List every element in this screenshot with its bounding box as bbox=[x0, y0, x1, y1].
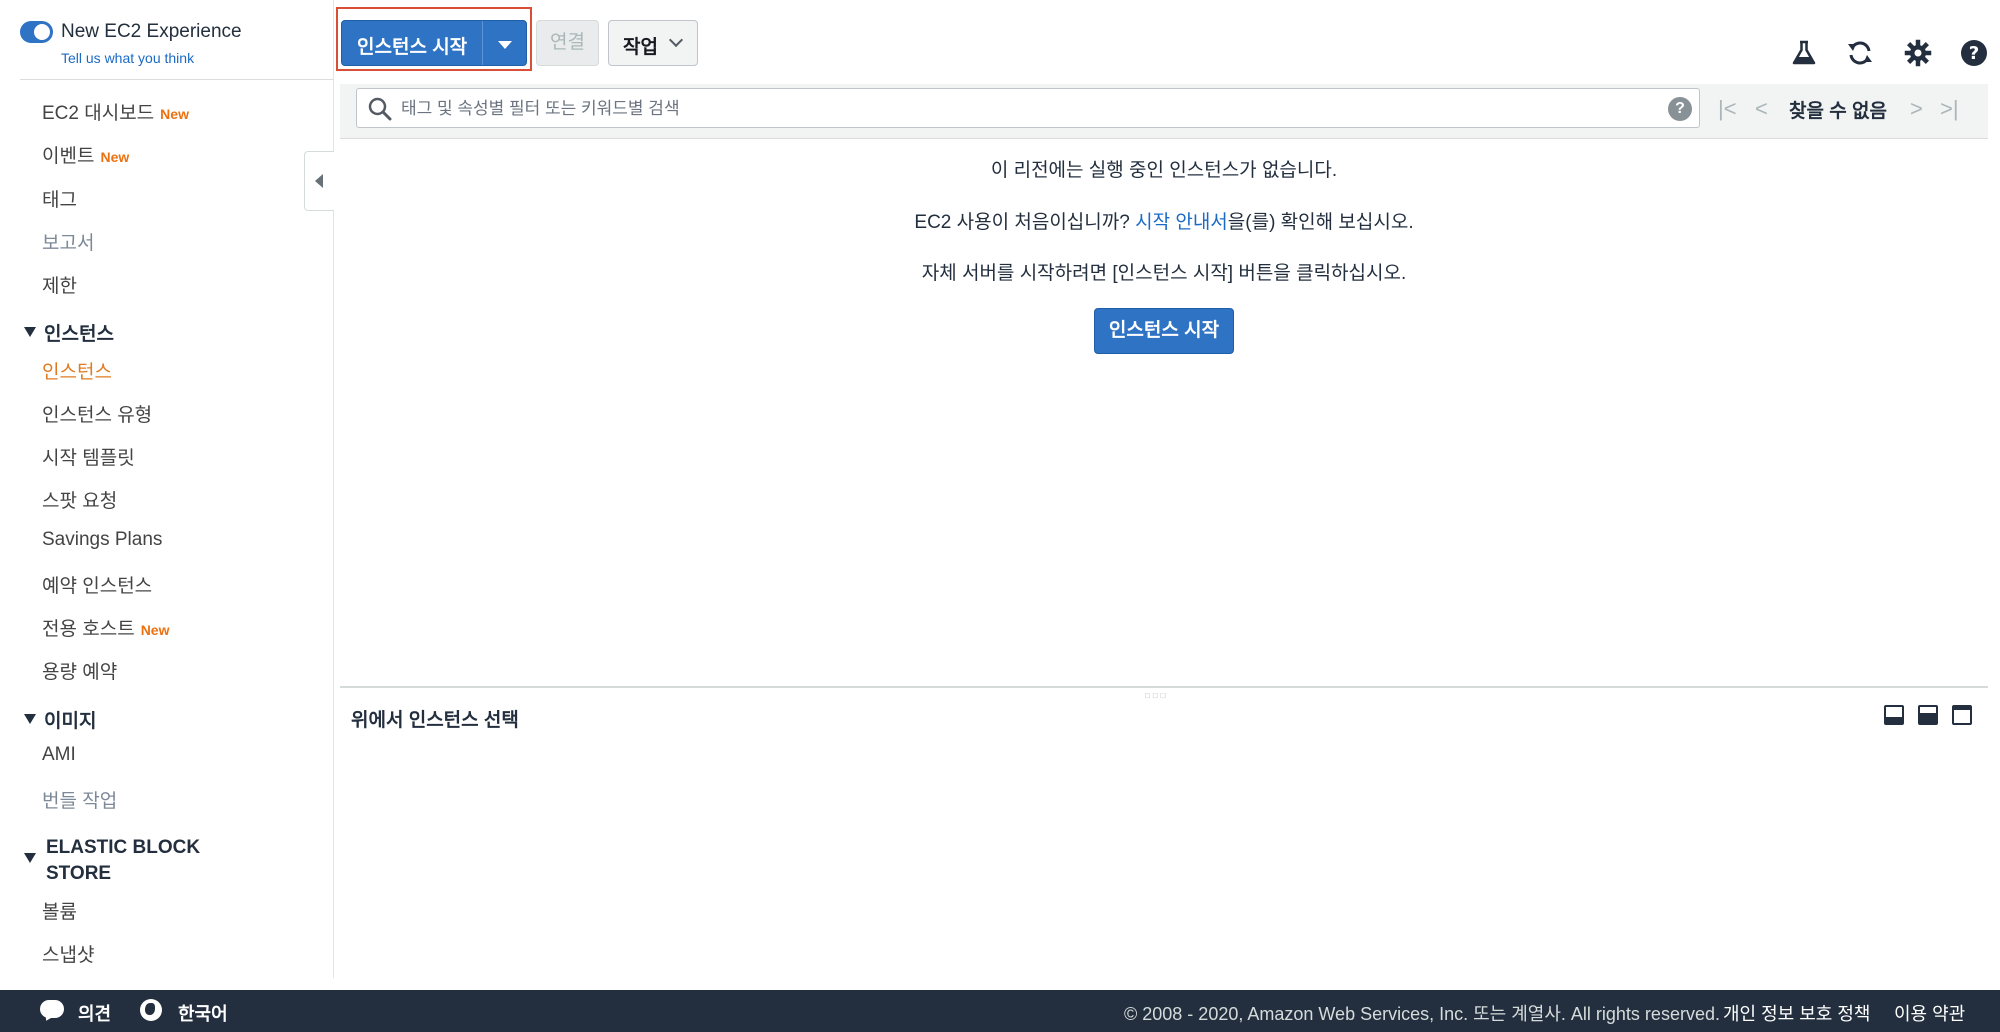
connect-button[interactable]: 연결 bbox=[536, 20, 599, 66]
collapse-left-icon bbox=[315, 174, 323, 188]
first-page-icon[interactable]: |< bbox=[1718, 96, 1737, 122]
feedback-bubble-icon bbox=[40, 1000, 64, 1018]
caret-down-icon bbox=[24, 714, 36, 724]
sidebar-item-tags[interactable]: 태그 bbox=[42, 185, 77, 212]
sidebar-item-limits[interactable]: 제한 bbox=[42, 271, 77, 298]
layout-top-pane-icon[interactable] bbox=[1952, 705, 1972, 725]
new-badge: New bbox=[160, 106, 189, 122]
sidebar-item-label: 번들 작업 bbox=[42, 791, 118, 812]
globe-icon bbox=[140, 999, 162, 1021]
help-icon[interactable]: ? bbox=[1959, 38, 1989, 68]
section-title: 이미지 bbox=[44, 711, 97, 732]
sidebar-item-events[interactable]: 이벤트 New bbox=[42, 141, 129, 168]
settings-gear-icon[interactable] bbox=[1903, 38, 1933, 68]
sidebar-item-spot-requests[interactable]: 스팟 요청 bbox=[42, 486, 117, 513]
new-badge: New bbox=[140, 622, 170, 638]
sidebar-item-reports[interactable]: 보고서 bbox=[42, 228, 94, 255]
sidebar-item-label: 스냅샷 bbox=[42, 945, 95, 966]
launch-instance-button[interactable]: 인스턴스 시작 bbox=[1094, 308, 1234, 354]
sidebar-divider bbox=[20, 79, 333, 80]
sidebar-item-bundle-tasks[interactable]: 번들 작업 bbox=[42, 786, 117, 813]
new-experience-toggle[interactable] bbox=[20, 21, 53, 43]
empty-state-message: 이 리전에는 실행 중인 인스턴스가 없습니다. bbox=[990, 160, 1338, 181]
sidebar-item-label: EC2 대시보드 bbox=[42, 103, 155, 124]
sidebar-item-label: 인스턴스 bbox=[42, 362, 112, 383]
sidebar-item-reserved-instances[interactable]: 예약 인스턴스 bbox=[42, 571, 152, 598]
layout-split-pane-icon[interactable] bbox=[1918, 705, 1938, 725]
section-title: 인스턴스 bbox=[44, 324, 114, 345]
next-page-icon[interactable]: > bbox=[1910, 96, 1923, 122]
toggle-knob bbox=[34, 24, 50, 40]
actions-button[interactable]: 작업 bbox=[608, 20, 698, 66]
sidebar-collapse-button[interactable] bbox=[304, 151, 334, 211]
refresh-icon[interactable] bbox=[1845, 38, 1875, 68]
launch-instruction: 자체 서버를 시작하려면 [인스턴스 시작] 버튼을 클릭하십시오. bbox=[921, 263, 1407, 284]
section-instances-header[interactable]: 인스턴스 bbox=[24, 319, 114, 346]
feedback-button[interactable]: 의견 bbox=[78, 1000, 111, 1026]
search-icon bbox=[368, 97, 392, 121]
sidebar-item-instances[interactable]: 인스턴스 bbox=[42, 357, 112, 384]
dropdown-arrow-icon[interactable] bbox=[498, 41, 512, 49]
launch-instance-label: 인스턴스 시작 bbox=[357, 37, 468, 58]
sidebar-item-label: 보고서 bbox=[42, 233, 95, 254]
sidebar-item-capacity-reservations[interactable]: 용량 예약 bbox=[42, 657, 117, 684]
launch-instance-split-button[interactable]: 인스턴스 시작 bbox=[341, 20, 527, 66]
feedback-link[interactable]: Tell us what you think bbox=[61, 50, 194, 66]
sidebar-item-launch-templates[interactable]: 시작 템플릿 bbox=[42, 443, 135, 470]
privacy-policy-link[interactable]: 개인 정보 보호 정책 bbox=[1723, 1000, 1870, 1026]
sidebar-item-label: 시작 템플릿 bbox=[42, 448, 135, 469]
layout-bottom-pane-icon[interactable] bbox=[1884, 705, 1904, 725]
detail-panel-title: 위에서 인스턴스 선택 bbox=[351, 710, 519, 731]
resize-grip-icon[interactable]: □□□ bbox=[1145, 691, 1169, 700]
search-help-icon[interactable]: ? bbox=[1668, 97, 1692, 121]
sidebar-item-label: 인스턴스 유형 bbox=[42, 405, 153, 426]
sidebar-item-label: 제한 bbox=[42, 276, 77, 297]
search-box[interactable] bbox=[356, 88, 1700, 128]
sidebar-item-volumes[interactable]: 볼륨 bbox=[42, 897, 77, 924]
split-divider bbox=[482, 21, 483, 65]
sidebar-item-label: 볼륨 bbox=[42, 902, 77, 923]
section-images-header[interactable]: 이미지 bbox=[24, 706, 96, 733]
section-title-line: ELASTIC BLOCK bbox=[46, 837, 201, 858]
new-experience-title: New EC2 Experience bbox=[61, 21, 242, 42]
sidebar-item-label: 태그 bbox=[42, 190, 77, 211]
actions-label: 작업 bbox=[623, 37, 658, 58]
sidebar-item-instance-types[interactable]: 인스턴스 유형 bbox=[42, 400, 152, 427]
footer: 의견 한국어 © 2008 - 2020, Amazon Web Service… bbox=[0, 990, 2000, 1032]
sidebar-item-label: 이벤트 bbox=[42, 146, 95, 167]
sidebar-item-label: 예약 인스턴스 bbox=[42, 576, 153, 597]
getting-started-guide-link[interactable]: 시작 안내서 bbox=[1135, 212, 1228, 233]
pagination-status: 찾을 수 없음 bbox=[1789, 101, 1887, 122]
sidebar-item-ami[interactable]: AMI bbox=[42, 744, 76, 766]
sidebar-item-label: 전용 호스트 bbox=[42, 619, 135, 640]
getting-started-message: EC2 사용이 처음이십니까? 시작 안내서을(를) 확인해 보십시오. bbox=[340, 207, 1988, 234]
sidebar-item-savings-plans[interactable]: Savings Plans bbox=[42, 529, 162, 551]
sidebar-item-label: AMI bbox=[42, 744, 76, 765]
sidebar-item-ec2-dashboard[interactable]: EC2 대시보드 New bbox=[42, 98, 189, 125]
search-input[interactable] bbox=[399, 95, 1643, 123]
flask-icon[interactable] bbox=[1789, 38, 1819, 68]
sidebar-item-snapshots[interactable]: 스냅샷 bbox=[42, 940, 94, 967]
copyright-text: © 2008 - 2020, Amazon Web Services, Inc.… bbox=[1124, 1004, 1720, 1024]
last-page-icon[interactable]: >| bbox=[1940, 96, 1959, 122]
section-title-line: STORE bbox=[46, 863, 112, 884]
svg-text:?: ? bbox=[1969, 43, 1979, 64]
language-selector[interactable]: 한국어 bbox=[178, 1000, 228, 1026]
sidebar: New EC2 Experience Tell us what you thin… bbox=[0, 0, 334, 978]
chevron-down-icon bbox=[668, 32, 684, 48]
sidebar-item-dedicated-hosts[interactable]: 전용 호스트 New bbox=[42, 614, 169, 641]
new-badge: New bbox=[100, 149, 130, 165]
caret-down-icon bbox=[24, 853, 36, 863]
getting-started-suffix: 을(를) 확인해 보십시오. bbox=[1227, 212, 1414, 233]
terms-of-use-link[interactable]: 이용 약관 bbox=[1894, 1000, 1965, 1026]
previous-page-icon[interactable]: < bbox=[1755, 96, 1768, 122]
getting-started-prefix: EC2 사용이 처음이십니까? bbox=[914, 212, 1136, 233]
caret-down-icon bbox=[24, 327, 36, 337]
sidebar-item-label: Savings Plans bbox=[42, 529, 163, 550]
pane-splitter[interactable] bbox=[340, 686, 1988, 688]
sidebar-item-label: 용량 예약 bbox=[42, 662, 118, 683]
section-title: ELASTIC BLOCK STORE bbox=[46, 835, 246, 887]
sidebar-item-label: 스팟 요청 bbox=[42, 491, 118, 512]
